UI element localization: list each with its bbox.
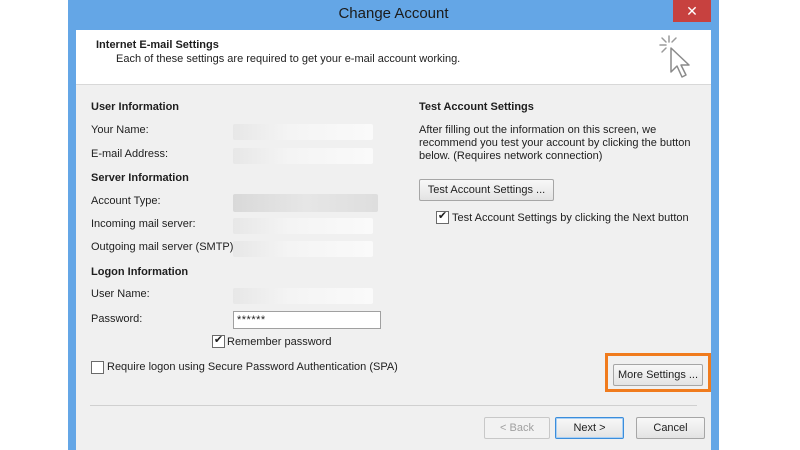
your-name-input[interactable] [233, 124, 373, 140]
user-name-label: User Name: [91, 288, 150, 300]
checkmark-icon: ✔ [213, 334, 224, 346]
outgoing-server-input[interactable] [233, 241, 373, 257]
spa-checkbox[interactable] [91, 361, 104, 374]
test-on-next-checkbox[interactable]: ✔ [436, 210, 449, 224]
spa-label: Require logon using Secure Password Auth… [107, 361, 398, 373]
logon-information-heading: Logon Information [91, 266, 189, 278]
checkmark-icon: ✔ [437, 210, 448, 222]
account-type-label: Account Type: [91, 195, 161, 207]
your-name-label: Your Name: [91, 124, 149, 136]
test-account-settings-heading: Test Account Settings [419, 101, 534, 113]
test-on-next-label: Test Account Settings by clicking the Ne… [452, 212, 689, 224]
footer-separator [90, 405, 697, 406]
incoming-server-label: Incoming mail server: [91, 218, 196, 230]
account-type-dropdown[interactable] [233, 194, 378, 212]
test-description-line-1: After filling out the information on thi… [419, 124, 657, 136]
dialog-header: Internet E-mail Settings Each of these s… [76, 30, 711, 85]
header-subtitle: Each of these settings are required to g… [116, 53, 461, 65]
remember-password-label: Remember password [227, 336, 332, 348]
test-description-line-2: recommend you test your account by click… [419, 137, 691, 149]
user-name-input[interactable] [233, 288, 373, 304]
change-account-window: Change Account ✕ Internet E-mail Setting… [68, 0, 719, 450]
remember-password-checkbox[interactable]: ✔ [212, 334, 225, 348]
title-bar[interactable]: Change Account ✕ [68, 0, 719, 30]
email-address-input[interactable] [233, 148, 373, 164]
server-information-heading: Server Information [91, 172, 189, 184]
close-button[interactable]: ✕ [673, 0, 711, 22]
more-settings-button[interactable]: More Settings ... [613, 364, 703, 386]
cancel-button[interactable]: Cancel [636, 417, 705, 439]
email-address-label: E-mail Address: [91, 148, 169, 160]
dialog-client-area: Internet E-mail Settings Each of these s… [76, 30, 711, 450]
back-button[interactable]: < Back [484, 417, 550, 439]
close-icon: ✕ [686, 3, 698, 19]
window-title: Change Account [338, 5, 449, 22]
next-button[interactable]: Next > [555, 417, 624, 439]
cursor-sparkle-icon [659, 35, 690, 78]
user-information-heading: User Information [91, 101, 180, 113]
incoming-server-input[interactable] [233, 218, 373, 234]
test-account-settings-button[interactable]: Test Account Settings ... [419, 179, 554, 201]
password-label: Password: [91, 313, 143, 325]
header-title: Internet E-mail Settings [96, 39, 219, 51]
outgoing-server-label: Outgoing mail server (SMTP): [91, 241, 237, 253]
test-description-line-3: below. (Requires network connection) [419, 150, 603, 162]
password-input[interactable]: ****** [233, 311, 381, 329]
